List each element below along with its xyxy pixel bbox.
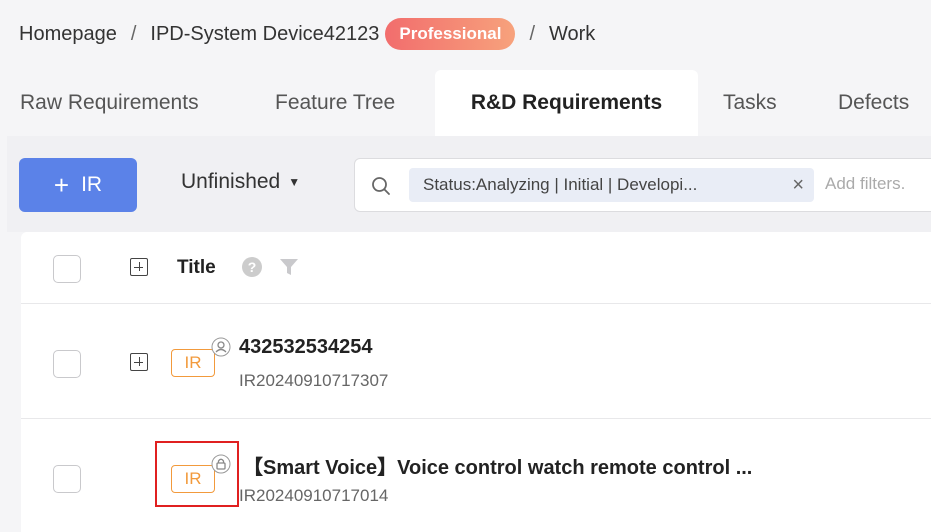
page: Homepage / IPD-System Device42123 Profes… xyxy=(0,0,931,532)
user-icon xyxy=(211,337,231,357)
select-all-checkbox[interactable] xyxy=(53,255,81,283)
add-filters-input[interactable]: Add filters. xyxy=(825,174,905,194)
tab-tasks[interactable]: Tasks xyxy=(723,70,777,136)
table-row[interactable]: IR 432532534254 IR20240910717307 xyxy=(21,304,931,419)
search-icon xyxy=(372,177,390,195)
breadcrumb-current: Work xyxy=(549,22,596,45)
breadcrumb-home[interactable]: Homepage xyxy=(19,23,117,46)
add-ir-button[interactable]: + IR xyxy=(19,158,137,212)
tab-bar: Raw Requirements Feature Tree R&D Requir… xyxy=(0,70,931,136)
help-icon[interactable]: ? xyxy=(242,257,262,277)
tab-raw-requirements[interactable]: Raw Requirements xyxy=(20,70,199,136)
filter-search-bar[interactable]: Status:Analyzing | Initial | Developi...… xyxy=(354,158,931,212)
row-title[interactable]: 【Smart Voice】Voice control watch remote … xyxy=(243,451,752,480)
row-checkbox[interactable] xyxy=(53,350,81,378)
tab-feature-tree[interactable]: Feature Tree xyxy=(275,70,395,136)
row-id: IR20240910717307 xyxy=(239,371,389,390)
toolbar: + IR Unfinished ▼ Status:Analyzing | Ini… xyxy=(7,136,931,232)
breadcrumb: Homepage / IPD-System Device42123 Profes… xyxy=(19,18,595,50)
table-header: Title ? xyxy=(21,232,931,304)
row-id: IR20240910717014 xyxy=(239,486,389,505)
tab-defects[interactable]: Defects xyxy=(838,70,909,136)
status-filter-chip[interactable]: Status:Analyzing | Initial | Developi...… xyxy=(409,168,814,202)
edition-badge: Professional xyxy=(385,18,516,50)
status-filter-chip-text: Status:Analyzing | Initial | Developi... xyxy=(423,175,698,194)
status-filter-dropdown[interactable]: Unfinished ▼ xyxy=(181,170,300,194)
ir-type-tag: IR xyxy=(171,349,215,377)
row-checkbox[interactable] xyxy=(53,465,81,493)
plus-icon: + xyxy=(53,170,70,200)
expand-all-icon[interactable] xyxy=(130,258,148,276)
close-icon[interactable]: × xyxy=(792,168,804,202)
breadcrumb-separator: / xyxy=(529,22,535,45)
filter-icon[interactable] xyxy=(279,257,299,277)
breadcrumb-project[interactable]: IPD-System Device42123 xyxy=(150,23,379,46)
tab-rd-requirements[interactable]: R&D Requirements xyxy=(435,70,698,136)
breadcrumb-separator: / xyxy=(130,22,137,45)
column-header-title[interactable]: Title xyxy=(177,257,216,279)
caret-down-icon: ▼ xyxy=(288,175,301,189)
row-title[interactable]: 432532534254 xyxy=(239,336,372,359)
expand-row-icon[interactable] xyxy=(130,353,148,371)
highlight-box xyxy=(155,441,239,507)
requirements-table: Title ? IR 432532534254 IR20240910717307… xyxy=(21,232,931,532)
status-filter-value: Unfinished xyxy=(181,170,281,193)
add-ir-button-label: IR xyxy=(81,173,103,196)
